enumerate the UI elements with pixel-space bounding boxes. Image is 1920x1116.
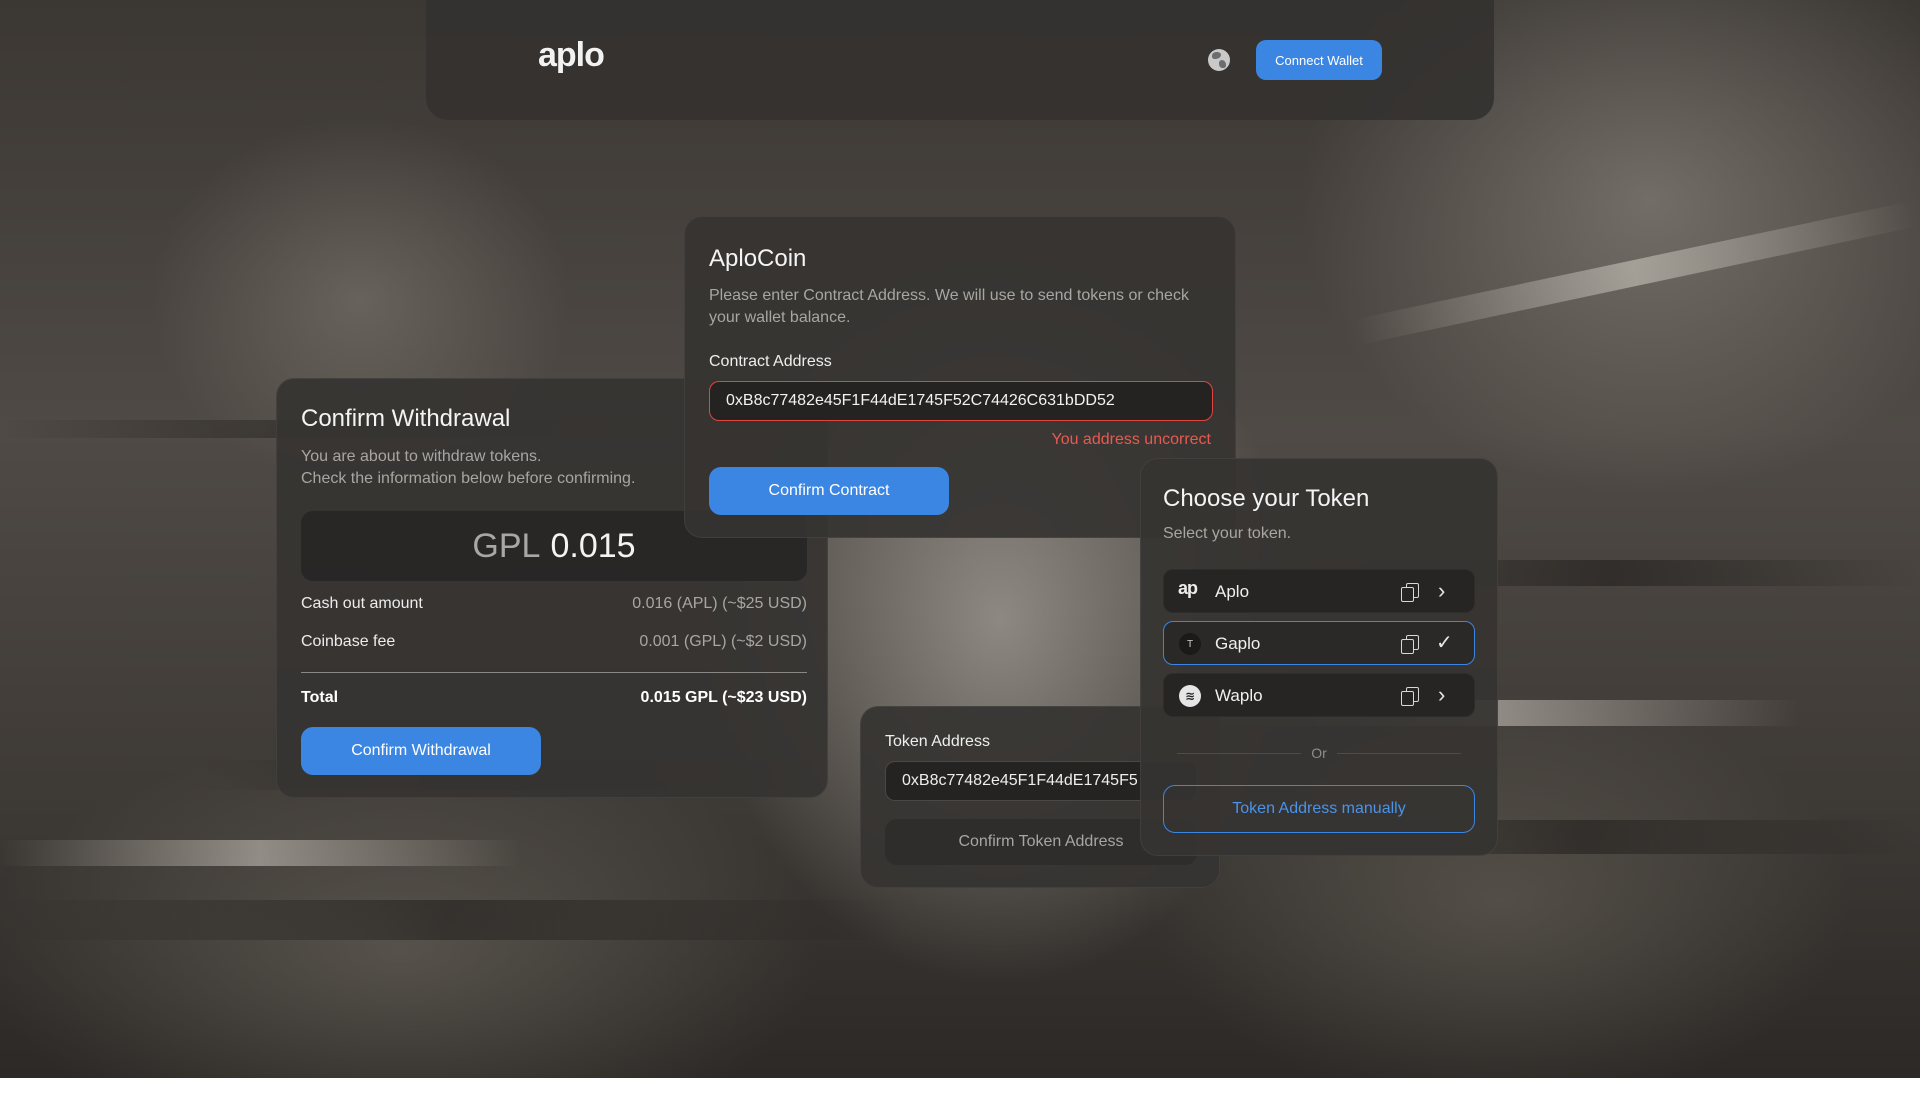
withdrawal-subtitle-line1: You are about to withdraw tokens.: [301, 448, 542, 465]
aplocoin-title: AploCoin: [709, 245, 807, 272]
coinbase-fee-value: 0.001 (GPL) (~$2 USD): [639, 633, 807, 650]
copy-icon[interactable]: [1401, 687, 1419, 706]
total-divider: [301, 672, 807, 673]
amount-value: 0.015: [550, 526, 636, 565]
confirm-withdrawal-button[interactable]: Confirm Withdrawal: [301, 727, 541, 775]
choose-token-title: Choose your Token: [1163, 485, 1370, 512]
or-line-right: [1337, 753, 1461, 754]
contract-address-error: You address uncorrect: [1051, 431, 1211, 448]
top-navbar: aplo Connect Wallet: [426, 0, 1494, 120]
token-address-label: Token Address: [885, 733, 990, 750]
token-name: Gaplo: [1215, 634, 1261, 653]
aplocoin-subtitle: Please enter Contract Address. We will u…: [709, 287, 1189, 326]
coinbase-fee-label: Coinbase fee: [301, 633, 396, 650]
gaplo-token-icon: T: [1179, 633, 1201, 655]
token-item-waplo[interactable]: ≋ Waplo ›: [1163, 673, 1475, 717]
token-item-gaplo[interactable]: T Gaplo ✓: [1163, 621, 1475, 665]
token-item-aplo[interactable]: ap Aplo ›: [1163, 569, 1475, 613]
aplo-token-icon: ap: [1178, 578, 1198, 598]
copy-icon[interactable]: [1401, 635, 1419, 654]
withdrawal-subtitle: You are about to withdraw tokens. Check …: [301, 446, 635, 490]
total-label: Total: [301, 689, 339, 706]
chevron-right-icon: ›: [1438, 578, 1446, 603]
cash-out-value: 0.016 (APL) (~$25 USD): [632, 595, 807, 612]
withdrawal-subtitle-line2: Check the information below before confi…: [301, 470, 636, 487]
copy-icon[interactable]: [1401, 583, 1419, 602]
amount-currency: GPL: [472, 526, 541, 565]
or-divider: Or: [1177, 743, 1461, 763]
waplo-token-icon: ≋: [1179, 685, 1201, 707]
token-name: Waplo: [1215, 686, 1263, 705]
checkmark-icon: ✓: [1436, 632, 1453, 654]
globe-icon[interactable]: [1208, 49, 1230, 71]
chevron-right-icon: ›: [1438, 682, 1446, 707]
contract-address-input[interactable]: 0xB8c77482e45F1F44dE1745F52C74426C631bDD…: [709, 381, 1213, 421]
total-value: 0.015 GPL (~$23 USD): [640, 689, 807, 706]
connect-wallet-button[interactable]: Connect Wallet: [1256, 40, 1382, 80]
contract-address-label: Contract Address: [709, 353, 832, 370]
cash-out-label: Cash out amount: [301, 595, 423, 612]
token-name: Aplo: [1215, 582, 1250, 601]
choose-token-subtitle: Select your token.: [1163, 525, 1292, 542]
choose-token-card: Choose your Token Select your token. ap …: [1140, 458, 1498, 856]
confirm-contract-button[interactable]: Confirm Contract: [709, 467, 949, 515]
token-address-manually-button[interactable]: Token Address manually: [1163, 785, 1475, 833]
aplo-logo[interactable]: aplo: [538, 36, 605, 75]
withdrawal-title: Confirm Withdrawal: [301, 405, 511, 432]
